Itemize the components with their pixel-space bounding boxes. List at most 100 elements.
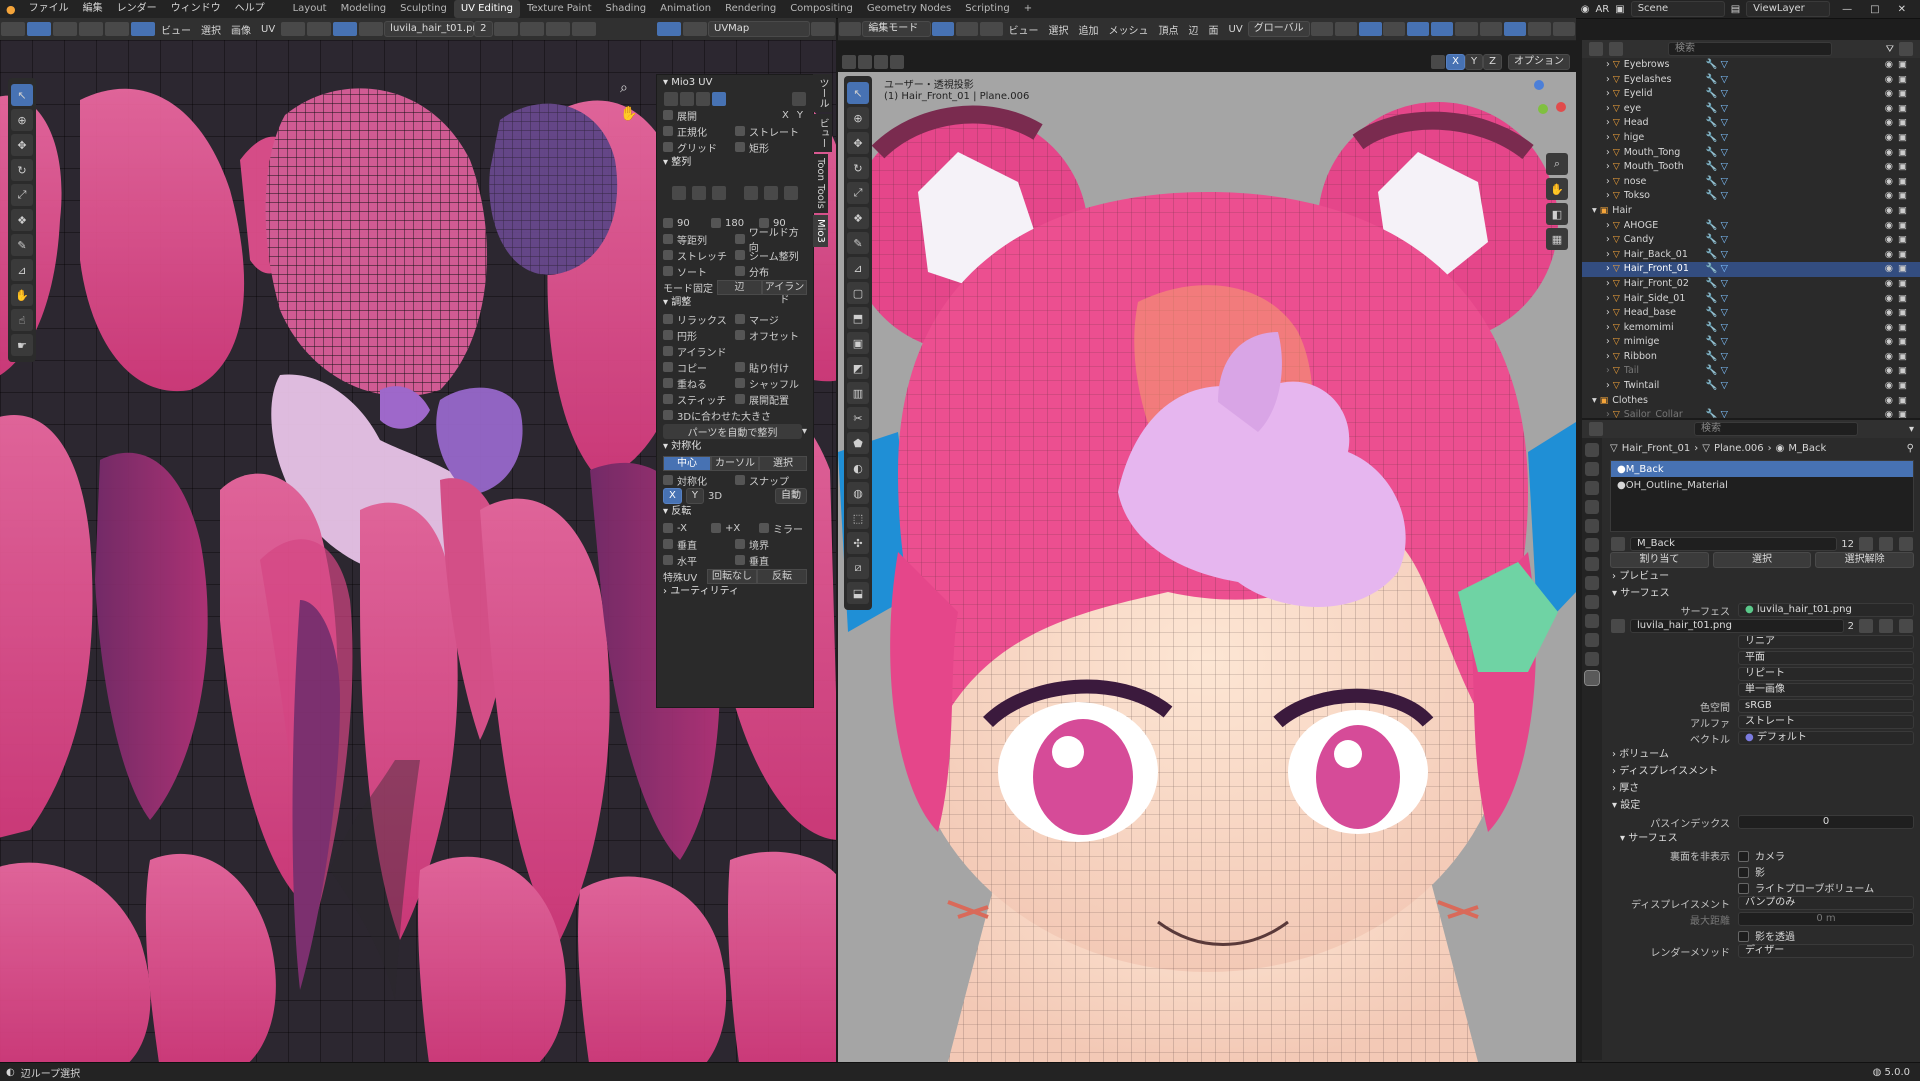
- uv-display-icon[interactable]: [683, 22, 707, 36]
- adjust-section-header[interactable]: ▾ 調整: [657, 295, 813, 311]
- sync-icon[interactable]: [664, 92, 678, 106]
- material-name-field[interactable]: M_Back: [1630, 537, 1838, 551]
- modifier-icon[interactable]: 🔧 ▽: [1706, 102, 1728, 117]
- object-tab-icon[interactable]: [1585, 557, 1599, 571]
- visibility-toggle-icon[interactable]: ◉▣: [1885, 131, 1912, 146]
- zoom-icon[interactable]: ⌕: [1546, 153, 1568, 175]
- outliner-editor-icon[interactable]: [1589, 42, 1603, 56]
- normalize-button[interactable]: 正規化: [663, 124, 735, 139]
- language-icon[interactable]: ◉: [1581, 4, 1590, 15]
- flip-neg-x-button[interactable]: -X: [663, 523, 711, 534]
- blender-logo-icon[interactable]: ●: [0, 3, 22, 16]
- expand-arrow-icon[interactable]: ›: [1606, 277, 1610, 292]
- unlink-image-icon[interactable]: [545, 22, 570, 36]
- outliner-item[interactable]: › ▽ nose 🔧 ▽ ◉▣: [1582, 175, 1920, 190]
- fake-user-icon[interactable]: [1859, 537, 1873, 551]
- visibility-toggle-icon[interactable]: ◉▣: [1885, 116, 1912, 131]
- visibility-toggle-icon[interactable]: ◉▣: [1885, 364, 1912, 379]
- expand-arrow-icon[interactable]: ›: [1606, 58, 1610, 73]
- copy-button[interactable]: コピー: [663, 360, 735, 375]
- navigation-gizmo[interactable]: [1508, 80, 1568, 140]
- flip-section-header[interactable]: ▾ 反転: [657, 504, 813, 520]
- stack-button[interactable]: 重ねる: [663, 376, 735, 391]
- gizmo-z-axis-icon[interactable]: [1534, 80, 1544, 90]
- uv-menu-view[interactable]: ビュー: [156, 22, 196, 37]
- align-section-header[interactable]: ▾ 整列: [657, 155, 813, 171]
- mode-island-toggle[interactable]: アイランド: [762, 279, 807, 306]
- align-bottom-icon[interactable]: [712, 186, 726, 200]
- mirror-y-toggle[interactable]: Y: [1465, 54, 1484, 70]
- duplicate-material-icon[interactable]: [1879, 537, 1893, 551]
- render-tab-icon[interactable]: [1585, 462, 1599, 476]
- pivot-center-toggle[interactable]: 中心: [663, 456, 711, 471]
- editor-type-icon[interactable]: [1, 22, 25, 36]
- sidebar-tab-toon-tools[interactable]: Toon Tools: [813, 154, 828, 213]
- vp-menu-edge[interactable]: 辺: [1184, 22, 1204, 37]
- utility-section-header[interactable]: › ユーティリティ: [657, 584, 813, 600]
- expand-arrow-icon[interactable]: ›: [1606, 73, 1610, 88]
- pivot-icon[interactable]: [281, 22, 306, 36]
- modifier-icon[interactable]: 🔧 ▽: [1706, 408, 1728, 418]
- material-tab-icon[interactable]: [1584, 670, 1600, 686]
- tab-rendering[interactable]: Rendering: [718, 0, 783, 18]
- 3d-viewport[interactable]: ユーザー・透視投影 (1) Hair_Front_01 | Plane.006 …: [838, 72, 1576, 1062]
- vp-transform-tool-icon[interactable]: ❖: [847, 207, 869, 229]
- outliner-item[interactable]: › ▽ Mouth_Tooth 🔧 ▽ ◉▣: [1582, 160, 1920, 175]
- poly-build-tool-icon[interactable]: ⬟: [847, 432, 869, 454]
- close-icon[interactable]: ✕: [1892, 4, 1912, 15]
- render-method-dropdown[interactable]: ディザー: [1738, 944, 1914, 958]
- visibility-toggle-icon[interactable]: ◉▣: [1885, 233, 1912, 248]
- select-mode-invert-icon[interactable]: [890, 55, 904, 69]
- properties-options-icon[interactable]: ▾: [1909, 424, 1914, 435]
- outliner-item[interactable]: ▾ ▣ Clothes ◉▣: [1582, 394, 1920, 409]
- menu-render[interactable]: レンダー: [110, 0, 164, 18]
- unwrap-x[interactable]: X: [778, 110, 793, 121]
- expand-arrow-icon[interactable]: ›: [1606, 116, 1610, 131]
- gizmo-icon[interactable]: [1406, 22, 1430, 36]
- sidebar-tab-tool[interactable]: ツール: [813, 74, 832, 112]
- viewport-editor-type-icon[interactable]: [839, 22, 862, 36]
- outliner-item[interactable]: › ▽ Candy 🔧 ▽ ◉▣: [1582, 233, 1920, 248]
- straight-button[interactable]: ストレート: [735, 124, 807, 139]
- modifier-icon[interactable]: 🔧 ▽: [1706, 116, 1728, 131]
- visibility-toggle-icon[interactable]: ◉▣: [1885, 292, 1912, 307]
- smooth-tool-icon[interactable]: ◍: [847, 482, 869, 504]
- modifier-icon[interactable]: 🔧 ▽: [1706, 58, 1728, 73]
- settings-surface-subheader[interactable]: ▾ サーフェス: [1604, 830, 1920, 847]
- outliner-item[interactable]: › ▽ AHOGE 🔧 ▽ ◉▣: [1582, 219, 1920, 234]
- snap-button[interactable]: スナップ: [735, 473, 807, 488]
- visibility-toggle-icon[interactable]: ◉▣: [1885, 160, 1912, 175]
- vp-cursor-tool-icon[interactable]: ⊕: [847, 107, 869, 129]
- modifier-icon[interactable]: 🔧 ▽: [1706, 248, 1728, 263]
- visibility-toggle-icon[interactable]: ◉▣: [1885, 262, 1912, 277]
- vp-select-tool-icon[interactable]: ↖: [847, 82, 869, 104]
- transparent-shadow-checkbox[interactable]: 影を透過: [1738, 928, 1795, 943]
- open-image-icon[interactable]: [519, 22, 544, 36]
- modifier-icon[interactable]: 🔧 ▽: [1706, 350, 1728, 365]
- modifier-icon[interactable]: 🔧 ▽: [1706, 146, 1728, 161]
- rearrange-button[interactable]: 展開配置: [735, 392, 807, 407]
- shading-rendered-icon[interactable]: [1552, 22, 1576, 36]
- new-image-icon[interactable]: [493, 22, 518, 36]
- visibility-toggle-icon[interactable]: ◉▣: [1885, 175, 1912, 190]
- face-mode-icon[interactable]: [980, 22, 1003, 36]
- outliner-item[interactable]: › ▽ Hair_Back_01 🔧 ▽ ◉▣: [1582, 248, 1920, 263]
- pinch-tool-icon[interactable]: ☛: [11, 334, 33, 356]
- gizmo-x-axis-icon[interactable]: [1556, 102, 1566, 112]
- link-icon[interactable]: [680, 92, 694, 106]
- expand-arrow-icon[interactable]: ▾: [1592, 204, 1597, 219]
- expand-arrow-icon[interactable]: ›: [1606, 408, 1610, 418]
- unwrap-y[interactable]: Y: [793, 110, 807, 121]
- properties-search-input[interactable]: 検索: [1694, 422, 1858, 436]
- visibility-toggle-icon[interactable]: ◉▣: [1885, 248, 1912, 263]
- select-button[interactable]: 選択: [1712, 552, 1812, 568]
- match-3d-size-button[interactable]: 3Dに合わせた大きさ: [663, 408, 807, 423]
- align-hcenter-icon[interactable]: [764, 186, 778, 200]
- rotate-tool-icon[interactable]: ↻: [11, 159, 33, 181]
- seam-align-button[interactable]: シーム整列: [735, 248, 807, 263]
- vp-menu-add[interactable]: 追加: [1074, 22, 1104, 37]
- texture-unlink-icon[interactable]: [1899, 619, 1913, 633]
- new-collection-icon[interactable]: [1899, 42, 1913, 56]
- minimize-icon[interactable]: —: [1836, 4, 1858, 15]
- visibility-toggle-icon[interactable]: ◉▣: [1885, 277, 1912, 292]
